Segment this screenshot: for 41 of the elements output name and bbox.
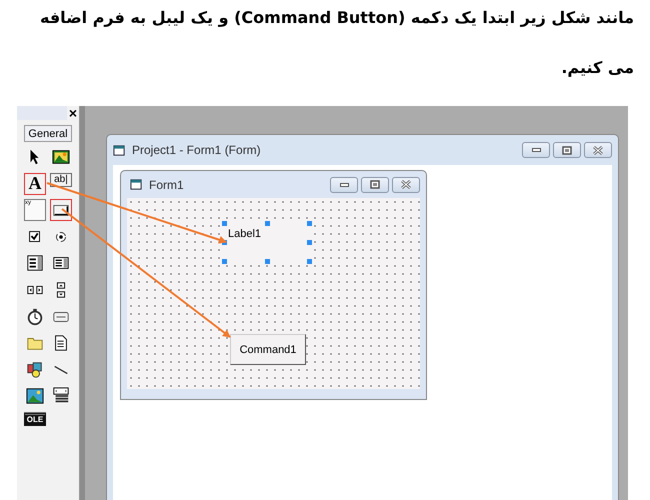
shapes-icon (26, 360, 44, 379)
toolbox-button[interactable]: OLE (24, 412, 46, 426)
toolbox-button[interactable]: ab| (50, 172, 72, 187)
resize-handle[interactable] (222, 259, 227, 264)
picture-icon (52, 148, 70, 166)
maximize-button[interactable] (361, 176, 389, 192)
maximize-icon (562, 146, 572, 154)
close-button[interactable] (584, 142, 612, 158)
close-icon (401, 180, 411, 189)
instruction-text: می کنیم. (560, 57, 634, 79)
resize-handle[interactable] (222, 221, 227, 226)
label-control: Label1 (224, 223, 310, 262)
toolbox-button[interactable] (50, 199, 72, 222)
data-control-icon (52, 387, 70, 406)
close-icon (593, 146, 603, 154)
resize-handle[interactable] (222, 240, 227, 245)
combo-icon (26, 254, 44, 272)
minimize-button[interactable] (330, 176, 358, 192)
window-title: Form1 (149, 178, 185, 192)
resize-handle[interactable] (307, 240, 312, 245)
window-title: Project1 - Form1 (Form) (132, 143, 262, 157)
stopwatch-icon (26, 308, 44, 326)
instruction-text: مانند شکل زیر ابتدا یک دکمه (Command Button) و یک لیبل به فرم اضافه (39, 7, 634, 29)
resize-handle[interactable] (265, 221, 270, 226)
resize-handle[interactable] (265, 259, 270, 264)
form-icon (113, 144, 126, 156)
resize-handle[interactable] (307, 221, 312, 226)
close-button[interactable]: × (66, 106, 79, 120)
toolbox-button[interactable]: A (24, 172, 46, 195)
maximize-button[interactable] (553, 142, 581, 158)
minimize-button[interactable] (522, 142, 550, 158)
general-tab[interactable]: General (24, 125, 72, 142)
form-icon (130, 178, 143, 191)
resize-handle[interactable] (307, 259, 312, 264)
document-icon (52, 334, 70, 352)
maximize-icon (370, 180, 380, 189)
image-icon (26, 387, 44, 406)
minimize-icon (532, 148, 540, 152)
close-button[interactable] (392, 176, 420, 192)
command-button[interactable]: Command1 (230, 334, 306, 365)
minimize-icon (340, 182, 348, 186)
